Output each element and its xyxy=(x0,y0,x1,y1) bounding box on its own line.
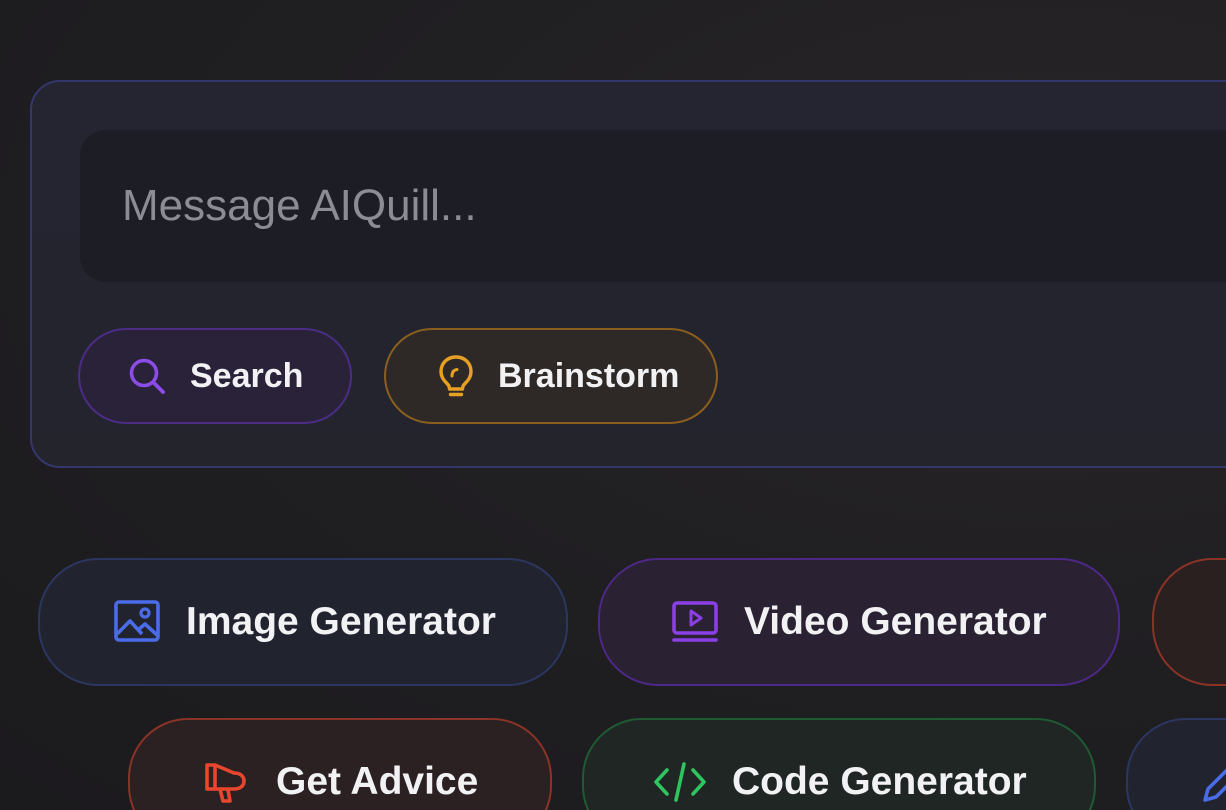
image-generator-label: Image Generator xyxy=(186,600,496,643)
pen-icon xyxy=(1198,757,1226,807)
brainstorm-button-label: Brainstorm xyxy=(498,356,680,395)
video-icon xyxy=(670,597,720,647)
message-input[interactable] xyxy=(80,130,1226,282)
page: Search Brainstorm Image Generator xyxy=(0,0,1226,810)
megaphone-icon xyxy=(202,757,252,807)
tool-button-partial[interactable] xyxy=(1126,718,1226,810)
image-icon xyxy=(112,597,162,647)
lightbulb-icon xyxy=(436,354,476,398)
search-button[interactable]: Search xyxy=(78,328,352,424)
code-generator-button[interactable]: Code Generator xyxy=(582,718,1096,810)
get-advice-button[interactable]: Get Advice xyxy=(128,718,552,810)
image-generator-button[interactable]: Image Generator xyxy=(38,558,568,686)
get-advice-label: Get Advice xyxy=(276,760,479,803)
video-generator-button[interactable]: Video Generator xyxy=(598,558,1120,686)
search-button-label: Search xyxy=(190,356,304,395)
brainstorm-button[interactable]: Brainstorm xyxy=(384,328,718,424)
code-icon xyxy=(652,757,708,807)
code-generator-label: Code Generator xyxy=(732,760,1027,803)
search-icon xyxy=(126,355,168,397)
message-composer: Search Brainstorm xyxy=(30,80,1226,468)
video-generator-label: Video Generator xyxy=(744,600,1047,643)
tool-button-partial[interactable] xyxy=(1152,558,1226,686)
